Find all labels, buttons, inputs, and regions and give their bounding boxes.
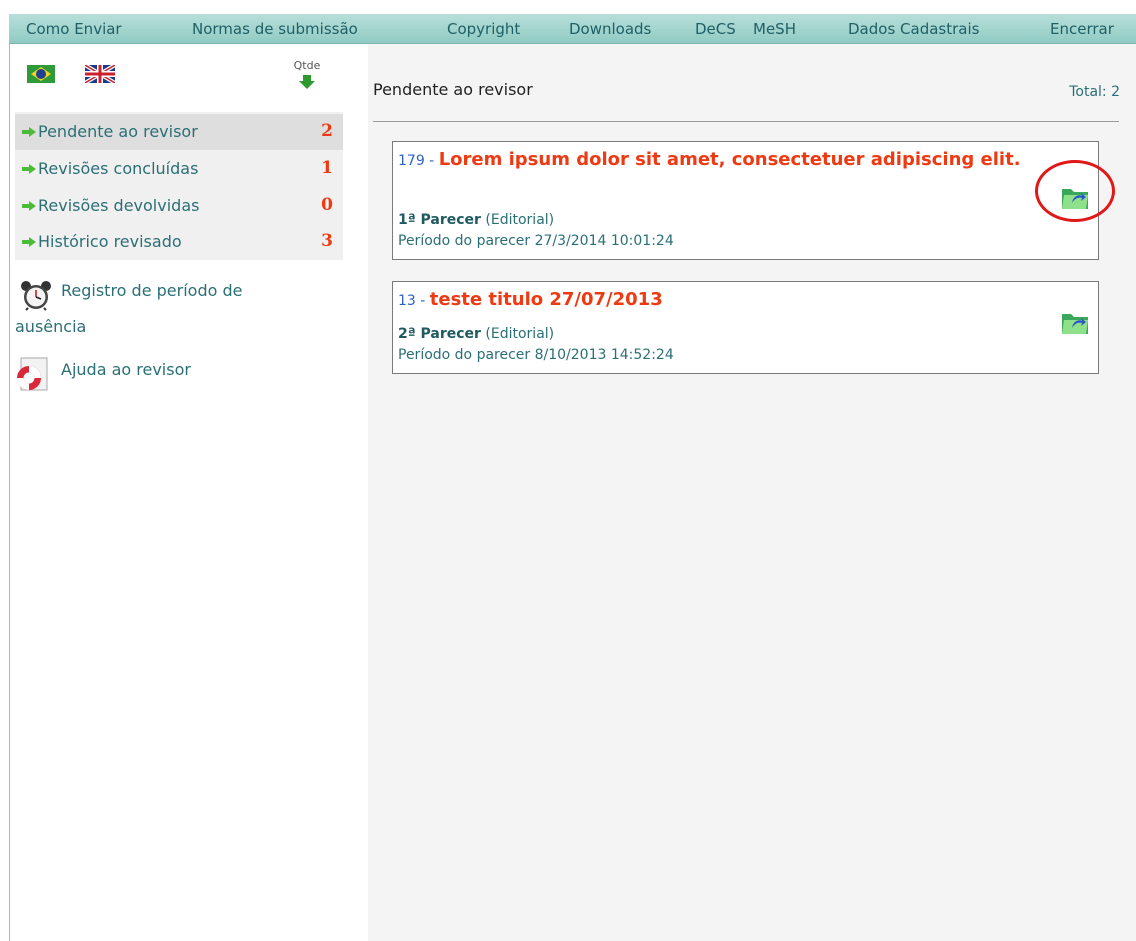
nav-decs[interactable]: DeCS [695, 20, 736, 38]
parecer-line: 2ª Parecer (Editorial) [398, 326, 554, 342]
nav-dados-cadastrais[interactable]: Dados Cadastrais [848, 20, 979, 38]
card-title-line: 179 - Lorem ipsum dolor sit amet, consec… [398, 149, 1038, 172]
sidebar: Qtde Pendente ao revisor 2 Revisões conc… [9, 44, 368, 941]
separator: - [424, 153, 439, 169]
parecer-label: 1ª Parecer [398, 212, 481, 228]
uk-flag-icon[interactable] [85, 65, 115, 83]
manuscript-title[interactable]: Lorem ipsum dolor sit amet, consectetuer… [439, 149, 1021, 170]
right-arrow-icon [22, 164, 36, 174]
absence-registry-link[interactable]: Registro de período de [61, 273, 242, 309]
manuscript-title[interactable]: teste titulo 27/07/2013 [430, 289, 663, 310]
alarm-clock-icon[interactable] [20, 279, 52, 311]
menu-item-count: 2 [321, 121, 333, 141]
total-count: Total: 2 [1069, 84, 1120, 100]
qtde-label: Qtde [293, 59, 321, 72]
nav-como-enviar[interactable]: Como Enviar [26, 20, 122, 38]
lifebuoy-icon[interactable] [13, 357, 49, 393]
brazil-flag-icon[interactable] [27, 65, 55, 83]
right-arrow-icon [22, 201, 36, 211]
divider [373, 121, 1119, 122]
review-card: 179 - Lorem ipsum dolor sit amet, consec… [392, 141, 1099, 260]
nav-encerrar[interactable]: Encerrar [1050, 20, 1114, 38]
right-arrow-icon [22, 127, 36, 137]
nav-downloads[interactable]: Downloads [569, 20, 651, 38]
menu-item-count: 1 [321, 158, 333, 178]
top-navigation: Como Enviar Normas de submissão Copyrigh… [9, 14, 1136, 44]
menu-item-count: 3 [321, 231, 333, 251]
nav-normas-submissao[interactable]: Normas de submissão [192, 20, 358, 38]
menu-item-pendente[interactable]: Pendente ao revisor 2 [15, 114, 343, 150]
periodo-line: Período do parecer 8/10/2013 14:52:24 [398, 347, 674, 363]
page-title: Pendente ao revisor [373, 80, 533, 99]
nav-copyright[interactable]: Copyright [447, 20, 520, 38]
menu-item-historico[interactable]: Histórico revisado 3 [15, 224, 343, 260]
menu-item-label: Revisões concluídas [38, 159, 199, 178]
periodo-line: Período do parecer 27/3/2014 10:01:24 [398, 233, 674, 249]
manuscript-number[interactable]: 179 [398, 153, 425, 169]
right-arrow-icon [22, 237, 36, 247]
folder-icon[interactable] [1060, 308, 1090, 336]
review-menu: Pendente ao revisor 2 Revisões concluída… [15, 112, 343, 260]
review-card: 13 - teste titulo 27/07/2013 2ª Parecer … [392, 281, 1099, 374]
card-title-line: 13 - teste titulo 27/07/2013 [398, 289, 1038, 312]
absence-registry-link-cont[interactable]: ausência [15, 309, 86, 345]
parecer-type: (Editorial) [485, 212, 555, 228]
menu-item-label: Pendente ao revisor [38, 122, 198, 141]
menu-item-label: Revisões devolvidas [38, 196, 200, 215]
help-link[interactable]: Ajuda ao revisor [61, 352, 191, 388]
separator: - [415, 293, 430, 309]
nav-mesh[interactable]: MeSH [753, 20, 796, 38]
menu-item-devolvidas[interactable]: Revisões devolvidas 0 [15, 188, 343, 224]
highlight-circle-annotation [1035, 160, 1115, 222]
parecer-type: (Editorial) [485, 326, 555, 342]
parecer-label: 2ª Parecer [398, 326, 481, 342]
menu-item-concluidas[interactable]: Revisões concluídas 1 [15, 151, 343, 187]
manuscript-number[interactable]: 13 [398, 293, 416, 309]
parecer-line: 1ª Parecer (Editorial) [398, 212, 554, 228]
main-content: Pendente ao revisor Total: 2 179 - Lorem… [368, 44, 1136, 941]
down-arrow-icon [299, 75, 315, 89]
menu-item-label: Histórico revisado [38, 232, 182, 251]
menu-item-count: 0 [321, 195, 333, 215]
